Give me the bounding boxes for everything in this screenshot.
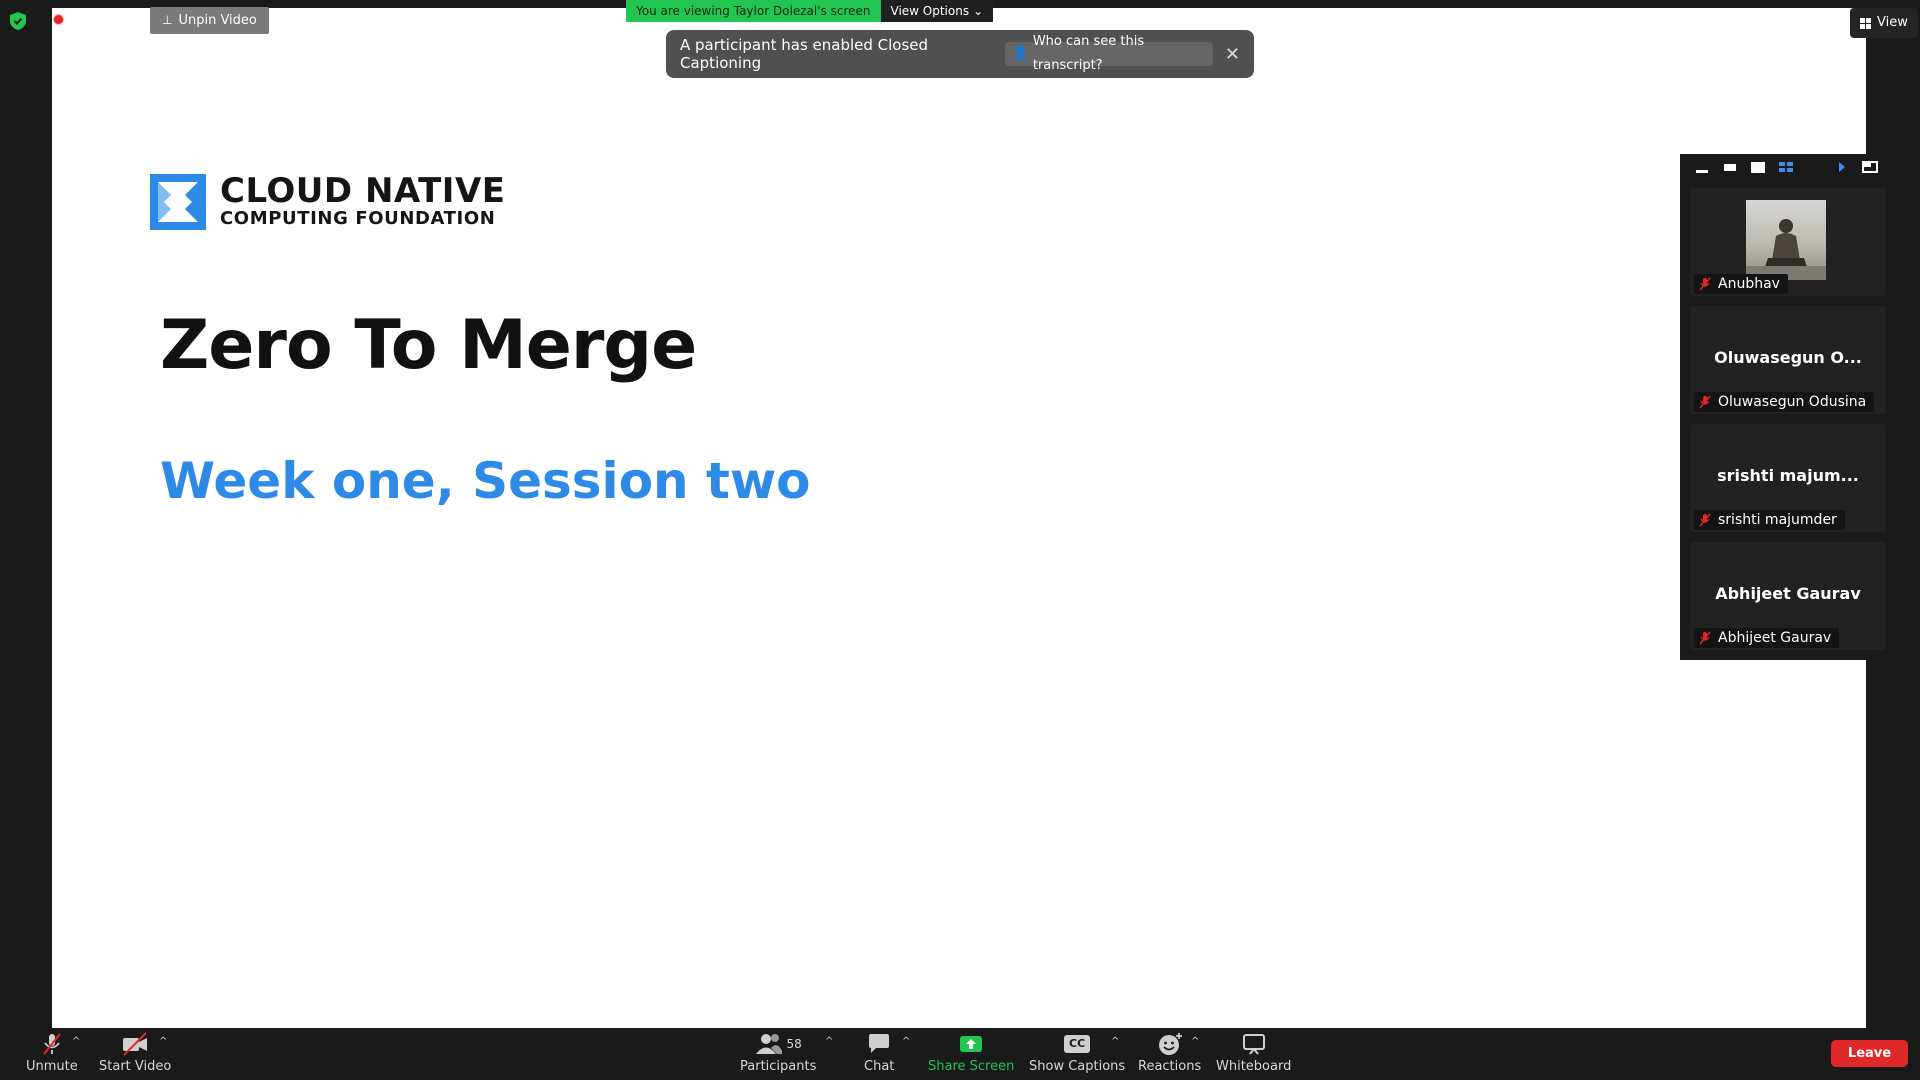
- whiteboard-label: Whiteboard: [1216, 1059, 1292, 1074]
- participant-name-label: srishti majumder: [1694, 510, 1845, 530]
- security-shield-icon[interactable]: [10, 12, 26, 30]
- small-view-icon[interactable]: [1716, 157, 1744, 177]
- participant-tile[interactable]: Anubhav: [1690, 188, 1886, 296]
- next-page-icon[interactable]: [1828, 157, 1856, 177]
- chat-button[interactable]: Chat: [864, 1032, 894, 1074]
- person-lock-icon: 👤: [1012, 46, 1029, 61]
- smiley-add-icon: [1157, 1032, 1183, 1056]
- whiteboard-icon: [1242, 1032, 1266, 1056]
- participants-options-chevron-icon[interactable]: ^: [825, 1036, 833, 1047]
- audio-options-chevron-icon[interactable]: ^: [72, 1036, 80, 1047]
- closed-caption-toast: A participant has enabled Closed Caption…: [666, 30, 1254, 78]
- video-options-chevron-icon[interactable]: ^: [159, 1036, 167, 1047]
- muted-mic-icon: [1699, 277, 1711, 291]
- gallery-view-icon[interactable]: [1772, 157, 1800, 177]
- participant-name: Oluwasegun Odusina: [1718, 394, 1867, 410]
- cncf-logo: CLOUD NATIVE COMPUTING FOUNDATION: [150, 174, 506, 230]
- who-can-see-transcript-button[interactable]: 👤 Who can see this transcript?: [1004, 34, 1213, 73]
- participant-name-label: Oluwasegun Odusina: [1694, 392, 1875, 412]
- person-silhouette-icon: [1746, 219, 1826, 280]
- share-screen-icon: [959, 1032, 983, 1056]
- unpin-video-label: Unpin Video: [178, 13, 257, 28]
- view-button[interactable]: View: [1850, 8, 1918, 38]
- chat-bubble-icon: [867, 1032, 891, 1056]
- participant-display-name: srishti majum...: [1717, 466, 1859, 485]
- who-can-see-label: Who can see this transcript?: [1032, 34, 1145, 73]
- logo-line2: COMPUTING FOUNDATION: [220, 208, 496, 229]
- cc-badge: CC: [1064, 1035, 1091, 1053]
- muted-microphone-icon: [40, 1032, 64, 1056]
- participant-display-name: Abhijeet Gaurav: [1715, 584, 1861, 603]
- muted-mic-icon: [1699, 513, 1711, 527]
- leave-button[interactable]: Leave: [1831, 1040, 1908, 1067]
- popout-icon[interactable]: [1856, 157, 1884, 177]
- participants-button[interactable]: 58 Participants: [740, 1032, 816, 1074]
- start-video-label: Start Video: [99, 1059, 172, 1074]
- participant-photo: [1746, 200, 1826, 280]
- participant-tile[interactable]: Oluwasegun O... Oluwasegun Odusina: [1690, 306, 1886, 414]
- chat-options-chevron-icon[interactable]: ^: [902, 1036, 910, 1047]
- viewing-banner: You are viewing Taylor Dolezal's screen …: [626, 0, 994, 22]
- viewing-banner-text: You are viewing Taylor Dolezal's screen: [626, 0, 881, 22]
- pin-icon: ⊥: [162, 13, 173, 27]
- view-options-button[interactable]: View Options ⌄: [880, 0, 994, 22]
- reactions-options-chevron-icon[interactable]: ^: [1191, 1036, 1199, 1047]
- slide-subtitle: Week one, Session two: [160, 452, 811, 510]
- unmute-label: Unmute: [26, 1059, 78, 1074]
- participant-name-label: Abhijeet Gaurav: [1694, 628, 1840, 648]
- meeting-toolbar: Unmute ^ Start Video ^ 58 Participants ^: [0, 1028, 1920, 1080]
- participant-name: Anubhav: [1718, 276, 1780, 292]
- closed-captions-icon: CC: [1064, 1032, 1091, 1056]
- participants-count: 58: [786, 1037, 802, 1051]
- minimize-icon[interactable]: [1688, 157, 1716, 177]
- participant-name: srishti majumder: [1718, 512, 1837, 528]
- muted-mic-icon: [1699, 631, 1711, 645]
- recording-indicator-icon: [53, 14, 64, 25]
- shared-screen: [52, 8, 1866, 1028]
- panel-toolbar: [1680, 154, 1892, 180]
- slide-title: Zero To Merge: [160, 306, 697, 385]
- toast-message: A participant has enabled Closed Caption…: [680, 36, 929, 72]
- grid-view-icon: [1860, 17, 1871, 29]
- logo-text: CLOUD NATIVE COMPUTING FOUNDATION: [220, 174, 506, 230]
- view-options-label: View Options: [890, 4, 970, 18]
- view-button-label: View: [1877, 15, 1908, 30]
- unmute-button[interactable]: Unmute: [26, 1032, 78, 1074]
- unpin-video-button[interactable]: ⊥ Unpin Video: [150, 7, 269, 34]
- cncf-logo-mark-icon: [150, 174, 206, 230]
- participant-tile[interactable]: srishti majum... srishti majumder: [1690, 424, 1886, 532]
- whiteboard-button[interactable]: Whiteboard: [1216, 1032, 1291, 1074]
- share-screen-button[interactable]: Share Screen: [928, 1032, 1014, 1074]
- show-captions-label: Show Captions: [1029, 1059, 1126, 1074]
- close-icon[interactable]: ✕: [1225, 44, 1240, 65]
- share-screen-label: Share Screen: [928, 1059, 1015, 1074]
- participant-tile[interactable]: Abhijeet Gaurav Abhijeet Gaurav: [1690, 542, 1886, 650]
- muted-mic-icon: [1699, 395, 1711, 409]
- participant-video-panel: Anubhav Oluwasegun O... Oluwasegun Odusi…: [1680, 154, 1892, 660]
- participant-name: Abhijeet Gaurav: [1718, 630, 1832, 646]
- medium-view-icon[interactable]: [1744, 157, 1772, 177]
- participant-name-label: Anubhav: [1694, 274, 1788, 294]
- participants-icon: 58: [755, 1032, 802, 1056]
- participants-label: Participants: [740, 1059, 817, 1074]
- logo-line1: CLOUD NATIVE: [220, 171, 506, 211]
- left-strip: [0, 0, 50, 1028]
- reactions-label: Reactions: [1138, 1059, 1202, 1074]
- captions-options-chevron-icon[interactable]: ^: [1111, 1036, 1119, 1047]
- chat-label: Chat: [864, 1059, 895, 1074]
- video-off-icon: [121, 1032, 149, 1056]
- participant-display-name: Oluwasegun O...: [1714, 348, 1862, 367]
- chevron-down-icon: ⌄: [973, 4, 984, 18]
